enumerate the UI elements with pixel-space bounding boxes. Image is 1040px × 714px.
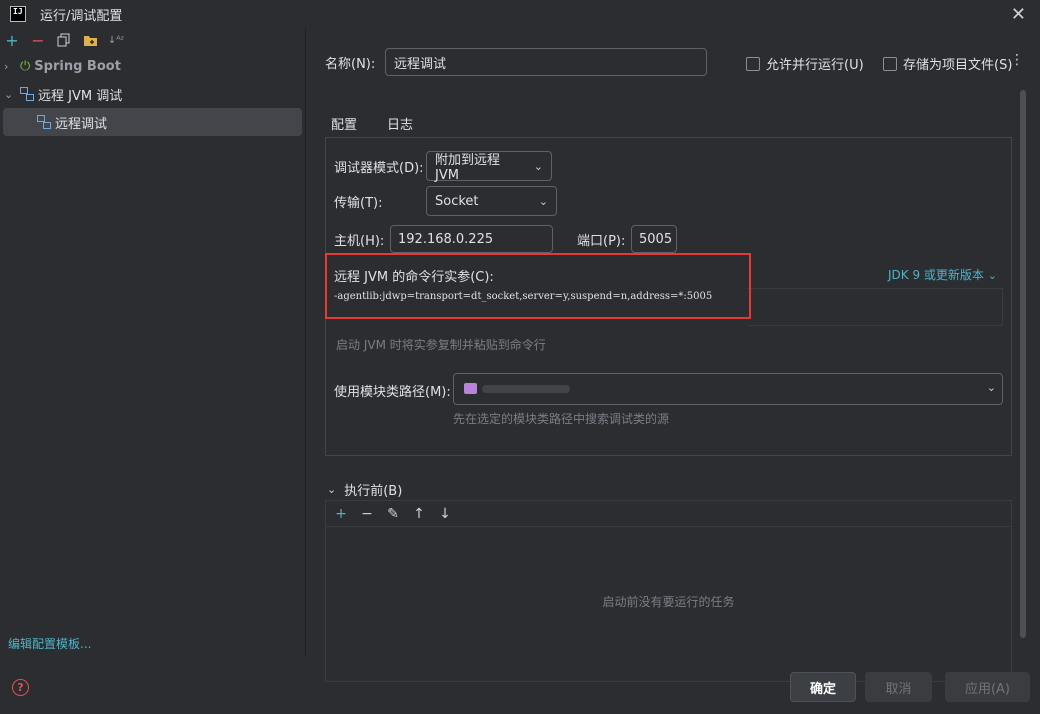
chevron-down-icon: ⌄ [533, 159, 543, 173]
tree-item-spring-boot[interactable]: › ⏻ Spring Boot [0, 52, 305, 80]
help-icon[interactable]: ? [12, 679, 29, 696]
copy-icon[interactable] [56, 32, 72, 48]
debugger-mode-row: 调试器模式(D): 附加到远程 JVM ⌄ [334, 151, 552, 183]
tree-toolbar: + − ↓ᴬᶻ [0, 28, 305, 52]
chevron-down-icon: ⌄ [538, 194, 548, 208]
add-icon[interactable]: + [334, 506, 348, 522]
remove-icon[interactable]: − [360, 506, 374, 522]
chevron-down-icon: ⌄ [987, 269, 997, 282]
config-tree-panel: + − ↓ᴬᶻ › ⏻ Spring Boot ⌄ 远程 JVM 调试 远程调试… [0, 28, 306, 656]
before-launch-label: 执行前(B) [344, 484, 403, 499]
before-launch-list: + − ✎ ↑ ↓ 启动前没有要运行的任务 [325, 500, 1012, 682]
host-label: 主机(H): [334, 233, 385, 249]
sort-icon[interactable]: ↓ᴬᶻ [108, 32, 124, 48]
port-label: 端口(P): [577, 233, 626, 249]
chevron-down-icon: ⌄ [986, 381, 996, 394]
transport-row: 传输(T): Socket ⌄ [334, 186, 557, 216]
arrow-up-icon[interactable]: ↑ [412, 506, 426, 522]
store-as-file-checkbox[interactable]: 存储为项目文件(S) [883, 54, 1012, 73]
name-row: 名称(N): 远程调试 [325, 48, 707, 76]
host-input[interactable]: 192.168.0.225 [390, 225, 553, 253]
apply-button[interactable]: 应用(A) [945, 672, 1030, 702]
checkbox-box[interactable] [746, 56, 760, 71]
remote-jvm-icon [20, 87, 34, 101]
module-label: 使用模块类路径(M): [334, 385, 451, 400]
more-options-icon[interactable]: ⋮ [1010, 52, 1024, 68]
port-input[interactable]: 5005 [631, 225, 677, 253]
ok-button[interactable]: 确定 [790, 672, 856, 702]
tree-item-remote-jvm[interactable]: ⌄ 远程 JVM 调试 [0, 80, 305, 108]
transport-select[interactable]: Socket ⌄ [426, 186, 557, 216]
window-title: 运行/调试配置 [40, 8, 123, 24]
before-launch-toolbar: + − ✎ ↑ ↓ [326, 501, 1011, 527]
folder-add-icon[interactable] [82, 32, 98, 48]
cmd-args-field[interactable] [747, 288, 1003, 326]
highlight-box [325, 253, 751, 319]
chevron-right-icon: › [4, 59, 9, 73]
chevron-down-icon: ⌄ [4, 87, 14, 101]
edit-templates-link[interactable]: 编辑配置模板... [8, 635, 91, 652]
remote-jvm-icon [37, 115, 51, 129]
module-classpath-select[interactable]: ⌄ [453, 373, 1003, 405]
chevron-down-icon: ⌄ [327, 483, 337, 496]
host-row: 主机(H): 192.168.0.225 端口(P): 5005 [334, 225, 677, 253]
remove-icon[interactable]: − [30, 31, 46, 50]
intellij-logo-icon: IJ [10, 6, 26, 22]
edit-icon[interactable]: ✎ [386, 506, 400, 522]
cmd-args-label: 远程 JVM 的命令行实参(C): [334, 270, 494, 285]
jdk-version-select[interactable]: JDK 9 或更新版本 ⌄ [888, 266, 997, 283]
spring-boot-icon: ⏻ [20, 58, 31, 74]
add-icon[interactable]: + [4, 31, 20, 50]
transport-label: 传输(T): [334, 195, 383, 211]
title-bar: IJ 运行/调试配置 ✕ [0, 0, 1040, 28]
cmd-args-hint: 启动 JVM 时将实参复制并粘贴到命令行 [336, 338, 546, 352]
module-name-redacted [482, 385, 570, 393]
store-as-file-label: 存储为项目文件(S) [903, 58, 1013, 73]
name-label: 名称(N): [325, 56, 376, 72]
close-icon[interactable]: ✕ [1011, 4, 1026, 25]
before-launch-header[interactable]: ⌄ 执行前(B) [327, 480, 402, 499]
tree-item-label: 远程 JVM 调试 [38, 88, 123, 104]
folder-icon [464, 383, 477, 394]
arrow-down-icon[interactable]: ↓ [438, 506, 452, 522]
tree-item-remote-debug[interactable]: 远程调试 [3, 108, 302, 136]
debugger-mode-value: 附加到远程 JVM [435, 153, 501, 183]
tree-item-label: 远程调试 [55, 116, 108, 132]
module-hint: 先在选定的模块类路径中搜索调试类的源 [453, 412, 670, 426]
debugger-mode-select[interactable]: 附加到远程 JVM ⌄ [426, 151, 552, 183]
jdk-version-label: JDK 9 或更新版本 [888, 268, 984, 282]
cmd-args-value[interactable]: -agentlib:jdwp=transport=dt_socket,serve… [334, 291, 712, 302]
debugger-mode-label: 调试器模式(D): [334, 160, 424, 176]
empty-state-text: 启动前没有要运行的任务 [602, 595, 735, 609]
tree-item-label: Spring Boot [34, 58, 121, 74]
allow-parallel-label: 允许并行运行(U) [766, 58, 864, 73]
allow-parallel-checkbox[interactable]: 允许并行运行(U) [746, 54, 864, 73]
config-editor-panel: 名称(N): 远程调试 允许并行运行(U) 存储为项目文件(S) ⋮ 配置 日志… [307, 28, 1040, 682]
cancel-button[interactable]: 取消 [865, 672, 932, 702]
transport-value: Socket [435, 193, 479, 209]
scrollbar[interactable] [1020, 90, 1026, 638]
name-input[interactable]: 远程调试 [385, 48, 707, 76]
checkbox-box[interactable] [883, 56, 897, 71]
